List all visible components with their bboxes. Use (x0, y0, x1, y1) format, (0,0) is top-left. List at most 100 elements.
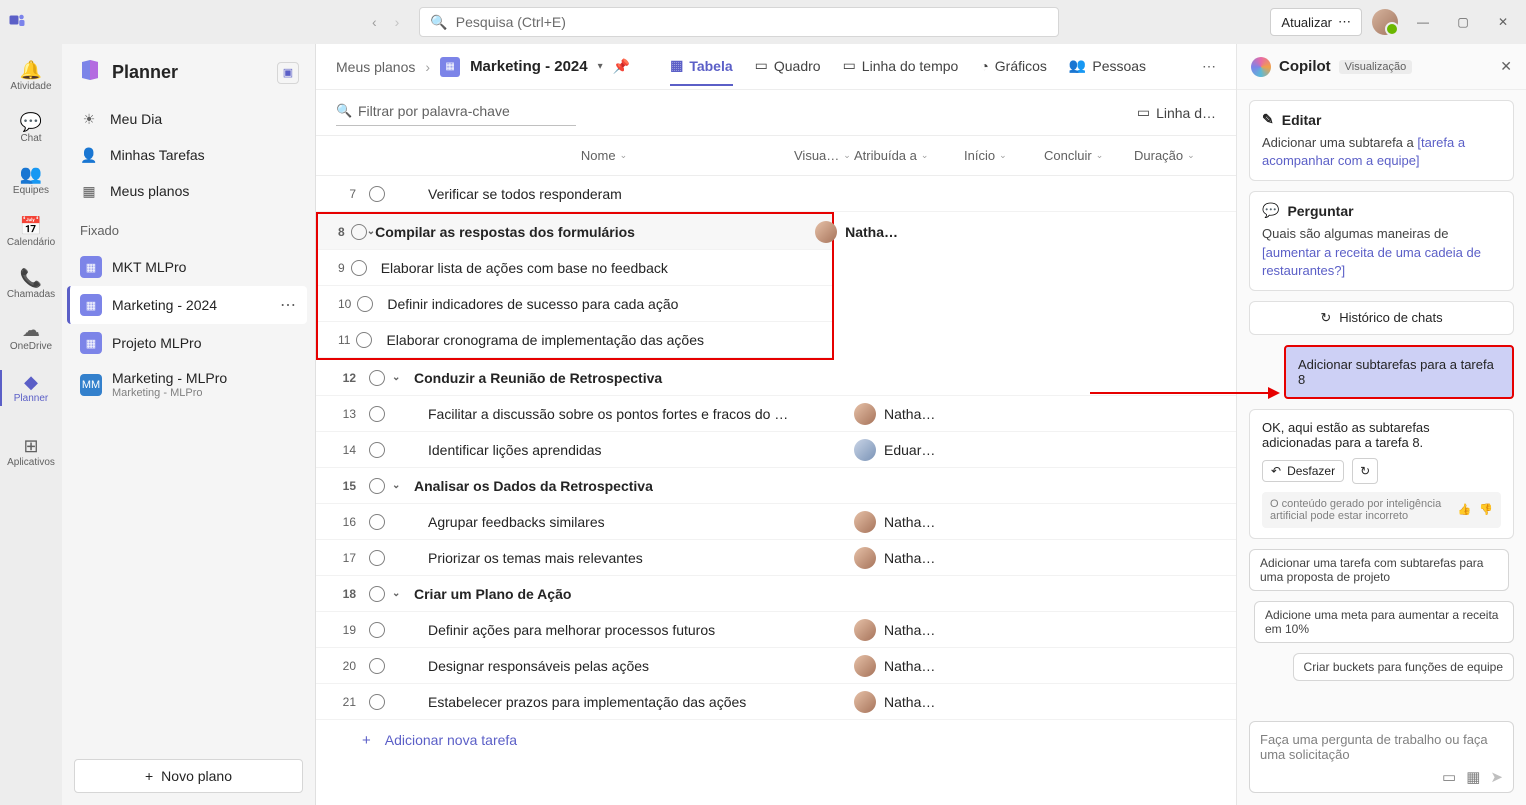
task-checkbox[interactable] (362, 586, 392, 602)
sidebar-item-mytasks[interactable]: 👤Minhas Tarefas (70, 137, 307, 173)
copilot-input[interactable]: Faça uma pergunta de trabalho ou faça um… (1249, 721, 1514, 793)
col-duration[interactable]: Duração⌄ (1134, 148, 1214, 163)
expand-toggle[interactable]: ⌄ (392, 480, 414, 491)
filter-input[interactable]: 🔍 Filtrar por palavra-chave (336, 99, 576, 126)
sidebar-plan-mkt-mlpro[interactable]: ▦MKT MLPro (70, 248, 307, 286)
new-plan-button[interactable]: + Novo plano (74, 759, 303, 793)
table-row[interactable]: 21 Estabelecer prazos para implementação… (316, 684, 1236, 720)
task-checkbox[interactable] (362, 406, 392, 422)
sidebar-plan-marketing-2024[interactable]: ▦Marketing - 2024⋯ (67, 286, 307, 324)
col-assigned[interactable]: Atribuída a⌄ (854, 148, 964, 163)
notebook-icon[interactable]: ▭ (1442, 768, 1456, 786)
copilot-title: Copilot (1279, 58, 1331, 75)
sidebar-plan-marketing-mlpro[interactable]: MMMarketing - MLProMarketing - MLPro (70, 362, 307, 407)
view-tab-timeline[interactable]: ▭Linha do tempo (843, 47, 959, 86)
table-row[interactable]: 11 Elaborar cronograma de implementação … (318, 322, 832, 358)
table-row[interactable]: 7 Verificar se todos responderam (316, 176, 1236, 212)
copilot-edit-card[interactable]: ✎Editar Adicionar uma subtarefa a [taref… (1249, 100, 1514, 181)
table-row[interactable]: 8 ⌄ Compilar as respostas dos formulário… (318, 214, 832, 250)
col-start[interactable]: Início⌄ (964, 148, 1044, 163)
task-checkbox[interactable] (362, 478, 392, 494)
rail-item-onedrive[interactable]: ☁OneDrive (0, 310, 62, 362)
suggestion-chip[interactable]: Adicione uma meta para aumentar a receit… (1254, 601, 1514, 643)
expand-toggle[interactable]: ⌄ (392, 372, 414, 383)
view-tab-charts[interactable]: ◔Gráficos (980, 47, 1047, 86)
undo-button[interactable]: ↶Desfazer (1262, 460, 1344, 482)
sidebar-plan-projeto-mlpro[interactable]: ▦Projeto MLPro (70, 324, 307, 362)
nav-back[interactable]: ‹ (372, 14, 377, 30)
expand-toggle[interactable]: ⌄ (392, 588, 414, 599)
table-row[interactable]: 9 Elaborar lista de ações com base no fe… (318, 250, 832, 286)
plan-icon: ▦ (80, 256, 102, 278)
thumbs-up-icon[interactable]: 👍 (1458, 503, 1472, 516)
chat-history-button[interactable]: ↻ Histórico de chats (1249, 301, 1514, 335)
calendar-icon: 📅 (20, 217, 42, 235)
sidebar-item-myplans[interactable]: ▦Meus planos (70, 173, 307, 209)
rail-item-chat[interactable]: 💬Chat (0, 102, 62, 154)
task-checkbox[interactable] (362, 622, 392, 638)
col-end[interactable]: Concluir⌄ (1044, 148, 1134, 163)
view-tab-people[interactable]: 👥Pessoas (1069, 47, 1146, 86)
rail-item-activity[interactable]: 🔔Atividade (0, 50, 62, 102)
sidebar-collapse-button[interactable]: ▣ (277, 62, 299, 84)
task-checkbox[interactable] (362, 370, 392, 386)
task-checkbox[interactable] (351, 260, 367, 276)
table-row[interactable]: 12 ⌄ Conduzir a Reunião de Retrospectiva (316, 360, 1236, 396)
task-checkbox[interactable] (357, 296, 373, 312)
rail-item-teams[interactable]: 👥Equipes (0, 154, 62, 206)
task-checkbox[interactable] (356, 332, 372, 348)
table-row[interactable]: 10 Definir indicadores de sucesso para c… (318, 286, 832, 322)
thumbs-down-icon[interactable]: 👎 (1479, 503, 1493, 516)
rail-item-calendar[interactable]: 📅Calendário (0, 206, 62, 258)
table-row[interactable]: 15 ⌄ Analisar os Dados da Retrospectiva (316, 468, 1236, 504)
pin-icon[interactable]: 📌 (613, 58, 630, 75)
expand-toggle[interactable]: ⌄ (367, 226, 375, 237)
update-button[interactable]: Atualizar ⋯ (1270, 8, 1362, 36)
avatar (854, 511, 876, 533)
search-input[interactable]: 🔍 Pesquisa (Ctrl+E) (419, 7, 1059, 37)
search-icon: 🔍 (336, 103, 352, 119)
send-icon[interactable]: ➤ (1490, 768, 1503, 786)
plan-name[interactable]: Marketing - 2024 (470, 58, 588, 75)
table-row[interactable]: 20 Designar responsáveis pelas ações Nat… (316, 648, 1236, 684)
table-row[interactable]: 17 Priorizar os temas mais relevantes Na… (316, 540, 1236, 576)
task-checkbox[interactable] (362, 514, 392, 530)
nav-forward[interactable]: › (395, 14, 400, 30)
sidebar-item-myday[interactable]: ☀Meu Dia (70, 101, 307, 137)
copilot-close-button[interactable]: ✕ (1500, 58, 1512, 75)
col-name[interactable]: Nome⌄ (414, 148, 794, 163)
rail-item-planner[interactable]: ◆Planner (0, 362, 62, 414)
grid-icon[interactable]: ▦ (1466, 768, 1480, 786)
table-row[interactable]: 13 Facilitar a discussão sobre os pontos… (316, 396, 1236, 432)
row-number: 16 (336, 515, 362, 529)
close-button[interactable]: ✕ (1488, 7, 1518, 37)
view-tab-board[interactable]: ▭Quadro (755, 47, 821, 86)
user-avatar[interactable] (1372, 9, 1398, 35)
suggestion-chip[interactable]: Adicionar uma tarefa com subtarefas para… (1249, 549, 1509, 591)
minimize-button[interactable]: — (1408, 7, 1438, 37)
header-more[interactable]: ⋯ (1202, 58, 1216, 75)
breadcrumb-root[interactable]: Meus planos (336, 59, 415, 75)
task-checkbox[interactable] (351, 224, 367, 240)
col-visual[interactable]: Visua…⌄ (794, 148, 854, 163)
task-checkbox[interactable] (362, 186, 392, 202)
task-checkbox[interactable] (362, 694, 392, 710)
layout-dropdown[interactable]: ▭ Linha d… (1137, 104, 1216, 121)
maximize-button[interactable]: ▢ (1448, 7, 1478, 37)
rail-item-calls[interactable]: 📞Chamadas (0, 258, 62, 310)
rail-item-apps[interactable]: ⊞Aplicativos (0, 426, 62, 478)
table-row[interactable]: 18 ⌄ Criar um Plano de Ação (316, 576, 1236, 612)
table-row[interactable]: 19 Definir ações para melhorar processos… (316, 612, 1236, 648)
suggestion-chip[interactable]: Criar buckets para funções de equipe (1293, 653, 1514, 681)
table-row[interactable]: 16 Agrupar feedbacks similares Natha… (316, 504, 1236, 540)
plan-more[interactable]: ⋯ (280, 295, 297, 315)
plan-dropdown[interactable]: ▾ (598, 61, 603, 72)
regenerate-button[interactable]: ↻ (1352, 458, 1378, 484)
add-task-row[interactable]: + Adicionar nova tarefa (316, 720, 1236, 760)
task-checkbox[interactable] (362, 550, 392, 566)
task-checkbox[interactable] (362, 442, 392, 458)
view-tab-table[interactable]: ▦Tabela (670, 47, 733, 86)
copilot-ask-card[interactable]: 💬Perguntar Quais são algumas maneiras de… (1249, 191, 1514, 291)
task-checkbox[interactable] (362, 658, 392, 674)
table-row[interactable]: 14 Identificar lições aprendidas Eduar… (316, 432, 1236, 468)
